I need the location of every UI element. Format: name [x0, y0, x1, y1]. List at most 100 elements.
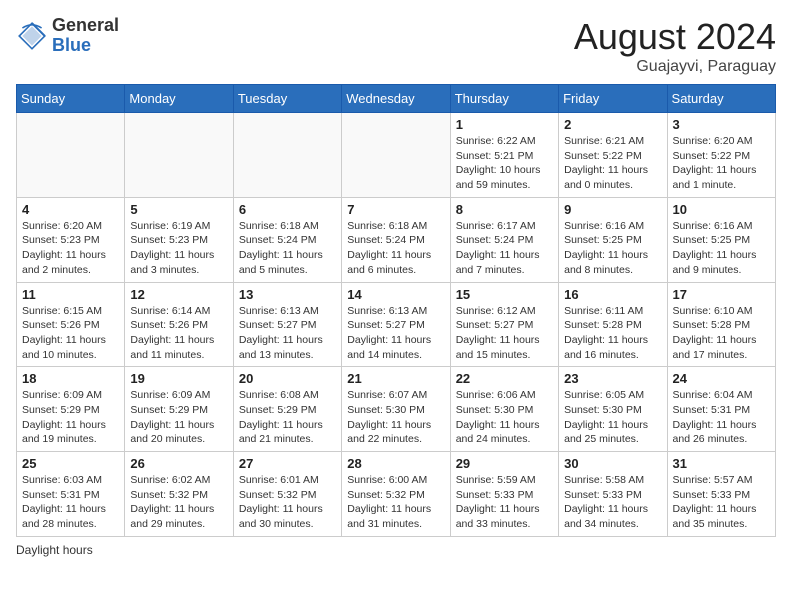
calendar-day-cell: 25 Sunrise: 6:03 AM Sunset: 5:31 PM Dayli… — [17, 452, 125, 537]
day-number: 27 — [239, 456, 336, 471]
calendar-week-row: 25 Sunrise: 6:03 AM Sunset: 5:31 PM Dayli… — [17, 452, 776, 537]
day-info: Sunrise: 6:15 AM Sunset: 5:26 PM Dayligh… — [22, 304, 119, 363]
calendar-day-cell: 14 Sunrise: 6:13 AM Sunset: 5:27 PM Dayli… — [342, 282, 450, 367]
day-number: 11 — [22, 287, 119, 302]
footer-note: Daylight hours — [16, 543, 776, 557]
calendar-day-cell: 27 Sunrise: 6:01 AM Sunset: 5:32 PM Dayli… — [233, 452, 341, 537]
calendar-week-row: 1Sunrise: 6:22 AM Sunset: 5:21 PM Daylig… — [17, 113, 776, 198]
day-info: Sunrise: 6:17 AM Sunset: 5:24 PM Dayligh… — [456, 219, 553, 278]
calendar-day-cell: 24 Sunrise: 6:04 AM Sunset: 5:31 PM Dayli… — [667, 367, 775, 452]
calendar-day-cell: 9Sunrise: 6:16 AM Sunset: 5:25 PM Daylig… — [559, 197, 667, 282]
calendar-day-cell: 22Sunrise: 6:06 AM Sunset: 5:30 PM Dayli… — [450, 367, 558, 452]
calendar-day-cell — [125, 113, 233, 198]
day-info: Sunrise: 6:01 AM Sunset: 5:32 PM Dayligh… — [239, 473, 336, 532]
day-number: 10 — [673, 202, 770, 217]
header-row: SundayMondayTuesdayWednesdayThursdayFrid… — [17, 85, 776, 113]
calendar-day-cell: 26Sunrise: 6:02 AM Sunset: 5:32 PM Dayli… — [125, 452, 233, 537]
calendar-day-cell: 23 Sunrise: 6:05 AM Sunset: 5:30 PM Dayli… — [559, 367, 667, 452]
day-number: 3 — [673, 117, 770, 132]
day-of-week-header: Sunday — [17, 85, 125, 113]
day-info: Sunrise: 5:57 AM Sunset: 5:33 PM Dayligh… — [673, 473, 770, 532]
day-info: Sunrise: 6:16 AM Sunset: 5:25 PM Dayligh… — [673, 219, 770, 278]
day-number: 18 — [22, 371, 119, 386]
day-number: 25 — [22, 456, 119, 471]
title-block: August 2024 Guajayvi, Paraguay — [574, 16, 776, 76]
page-header: General Blue August 2024 Guajayvi, Parag… — [16, 16, 776, 76]
day-info: Sunrise: 6:05 AM Sunset: 5:30 PM Dayligh… — [564, 388, 661, 447]
calendar-day-cell: 30 Sunrise: 5:58 AM Sunset: 5:33 PM Dayli… — [559, 452, 667, 537]
day-info: Sunrise: 6:21 AM Sunset: 5:22 PM Dayligh… — [564, 134, 661, 193]
calendar-day-cell: 28Sunrise: 6:00 AM Sunset: 5:32 PM Dayli… — [342, 452, 450, 537]
day-number: 28 — [347, 456, 444, 471]
calendar-week-row: 4Sunrise: 6:20 AM Sunset: 5:23 PM Daylig… — [17, 197, 776, 282]
day-info: Sunrise: 6:08 AM Sunset: 5:29 PM Dayligh… — [239, 388, 336, 447]
day-info: Sunrise: 5:58 AM Sunset: 5:33 PM Dayligh… — [564, 473, 661, 532]
calendar-day-cell: 13Sunrise: 6:13 AM Sunset: 5:27 PM Dayli… — [233, 282, 341, 367]
calendar-day-cell: 1Sunrise: 6:22 AM Sunset: 5:21 PM Daylig… — [450, 113, 558, 198]
day-number: 30 — [564, 456, 661, 471]
calendar-day-cell: 31 Sunrise: 5:57 AM Sunset: 5:33 PM Dayli… — [667, 452, 775, 537]
logo-icon — [16, 20, 48, 52]
day-number: 17 — [673, 287, 770, 302]
day-number: 2 — [564, 117, 661, 132]
day-number: 12 — [130, 287, 227, 302]
day-of-week-header: Wednesday — [342, 85, 450, 113]
day-of-week-header: Thursday — [450, 85, 558, 113]
calendar-day-cell: 18 Sunrise: 6:09 AM Sunset: 5:29 PM Dayli… — [17, 367, 125, 452]
day-number: 24 — [673, 371, 770, 386]
calendar-day-cell: 20Sunrise: 6:08 AM Sunset: 5:29 PM Dayli… — [233, 367, 341, 452]
calendar-week-row: 11 Sunrise: 6:15 AM Sunset: 5:26 PM Dayli… — [17, 282, 776, 367]
day-info: Sunrise: 6:19 AM Sunset: 5:23 PM Dayligh… — [130, 219, 227, 278]
day-info: Sunrise: 6:09 AM Sunset: 5:29 PM Dayligh… — [130, 388, 227, 447]
day-info: Sunrise: 6:13 AM Sunset: 5:27 PM Dayligh… — [347, 304, 444, 363]
day-of-week-header: Friday — [559, 85, 667, 113]
calendar-day-cell: 15Sunrise: 6:12 AM Sunset: 5:27 PM Dayli… — [450, 282, 558, 367]
calendar-day-cell — [342, 113, 450, 198]
day-number: 19 — [130, 371, 227, 386]
daylight-hours-label: Daylight hours — [16, 543, 93, 557]
calendar-day-cell: 8Sunrise: 6:17 AM Sunset: 5:24 PM Daylig… — [450, 197, 558, 282]
calendar-day-cell: 19 Sunrise: 6:09 AM Sunset: 5:29 PM Dayli… — [125, 367, 233, 452]
calendar-day-cell: 29 Sunrise: 5:59 AM Sunset: 5:33 PM Dayli… — [450, 452, 558, 537]
day-of-week-header: Tuesday — [233, 85, 341, 113]
calendar-day-cell: 17 Sunrise: 6:10 AM Sunset: 5:28 PM Dayli… — [667, 282, 775, 367]
calendar-day-cell — [233, 113, 341, 198]
day-number: 26 — [130, 456, 227, 471]
day-info: Sunrise: 6:20 AM Sunset: 5:22 PM Dayligh… — [673, 134, 770, 193]
day-number: 31 — [673, 456, 770, 471]
day-info: Sunrise: 6:03 AM Sunset: 5:31 PM Dayligh… — [22, 473, 119, 532]
calendar-day-cell: 7Sunrise: 6:18 AM Sunset: 5:24 PM Daylig… — [342, 197, 450, 282]
calendar-day-cell: 21Sunrise: 6:07 AM Sunset: 5:30 PM Dayli… — [342, 367, 450, 452]
day-number: 16 — [564, 287, 661, 302]
day-info: Sunrise: 6:22 AM Sunset: 5:21 PM Dayligh… — [456, 134, 553, 193]
logo-general-text: General — [52, 16, 119, 36]
day-info: Sunrise: 6:18 AM Sunset: 5:24 PM Dayligh… — [239, 219, 336, 278]
day-number: 13 — [239, 287, 336, 302]
day-info: Sunrise: 6:10 AM Sunset: 5:28 PM Dayligh… — [673, 304, 770, 363]
calendar-body: 1Sunrise: 6:22 AM Sunset: 5:21 PM Daylig… — [17, 113, 776, 537]
day-of-week-header: Monday — [125, 85, 233, 113]
day-info: Sunrise: 6:14 AM Sunset: 5:26 PM Dayligh… — [130, 304, 227, 363]
day-info: Sunrise: 6:18 AM Sunset: 5:24 PM Dayligh… — [347, 219, 444, 278]
calendar-day-cell: 3 Sunrise: 6:20 AM Sunset: 5:22 PM Daylig… — [667, 113, 775, 198]
calendar-day-cell: 11 Sunrise: 6:15 AM Sunset: 5:26 PM Dayli… — [17, 282, 125, 367]
calendar-day-cell — [17, 113, 125, 198]
logo-blue-text: Blue — [52, 36, 119, 56]
calendar-week-row: 18 Sunrise: 6:09 AM Sunset: 5:29 PM Dayli… — [17, 367, 776, 452]
logo-text: General Blue — [52, 16, 119, 56]
day-info: Sunrise: 6:04 AM Sunset: 5:31 PM Dayligh… — [673, 388, 770, 447]
day-info: Sunrise: 5:59 AM Sunset: 5:33 PM Dayligh… — [456, 473, 553, 532]
calendar-day-cell: 5Sunrise: 6:19 AM Sunset: 5:23 PM Daylig… — [125, 197, 233, 282]
day-number: 23 — [564, 371, 661, 386]
day-of-week-header: Saturday — [667, 85, 775, 113]
day-info: Sunrise: 6:11 AM Sunset: 5:28 PM Dayligh… — [564, 304, 661, 363]
day-info: Sunrise: 6:09 AM Sunset: 5:29 PM Dayligh… — [22, 388, 119, 447]
logo: General Blue — [16, 16, 119, 56]
day-number: 29 — [456, 456, 553, 471]
location-subtitle: Guajayvi, Paraguay — [574, 58, 776, 76]
calendar-day-cell: 6Sunrise: 6:18 AM Sunset: 5:24 PM Daylig… — [233, 197, 341, 282]
day-number: 9 — [564, 202, 661, 217]
day-number: 14 — [347, 287, 444, 302]
day-info: Sunrise: 6:12 AM Sunset: 5:27 PM Dayligh… — [456, 304, 553, 363]
day-number: 4 — [22, 202, 119, 217]
